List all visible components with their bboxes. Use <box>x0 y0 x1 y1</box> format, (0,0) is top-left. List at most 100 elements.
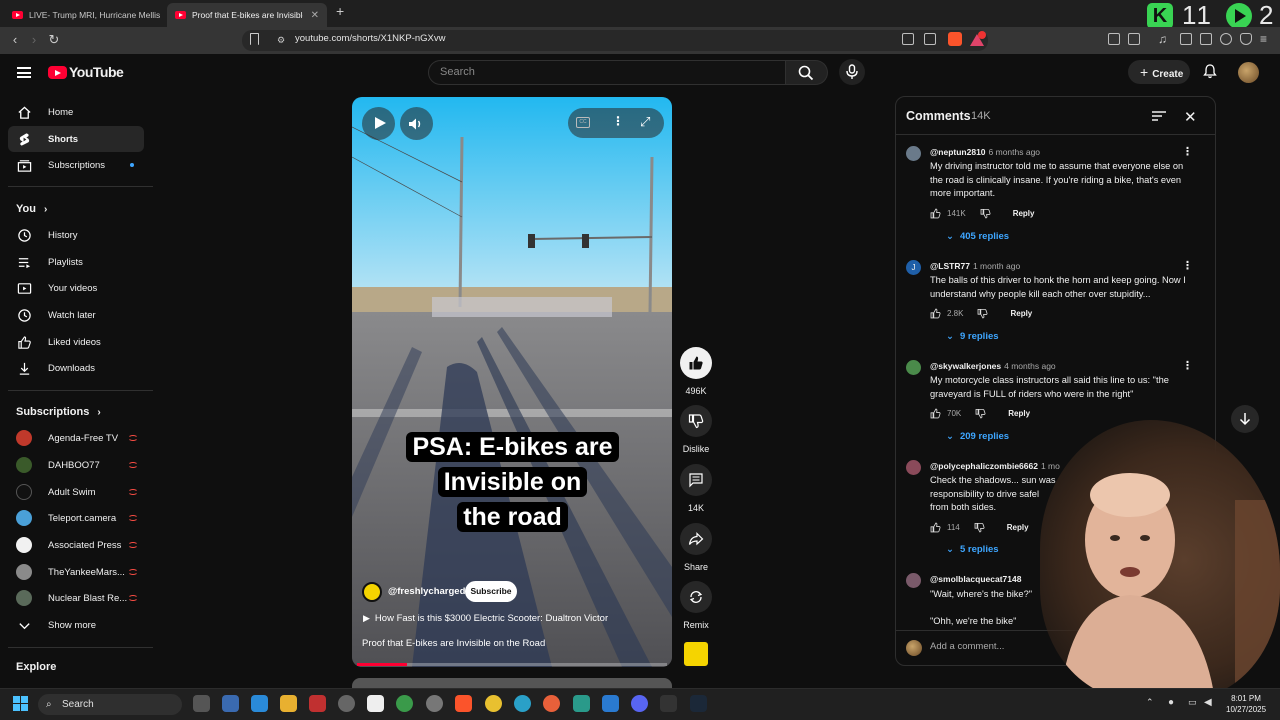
close-comments-icon[interactable]: ✕ <box>1184 108 1197 126</box>
comments-button[interactable]: 14K <box>680 464 712 513</box>
sidebar-subscription-item[interactable]: DAHBOO77 <box>8 452 144 478</box>
comment-author[interactable]: @skywalkerjones 4 months ago <box>930 361 1056 371</box>
add-comment-input[interactable]: Add a comment... <box>930 641 1004 652</box>
sidebar-show-more[interactable]: Show more <box>8 612 144 638</box>
edge-icon[interactable] <box>514 695 531 712</box>
reload-icon[interactable]: ↻ <box>45 31 63 49</box>
comment-author[interactable]: @LSTR77 1 month ago <box>930 261 1020 271</box>
taskbar-app-icon[interactable] <box>309 695 326 712</box>
vscode-icon[interactable] <box>602 695 619 712</box>
reply-button[interactable]: Reply <box>1008 409 1030 418</box>
taskbar-search[interactable]: ⌕ Search <box>38 694 182 715</box>
comment-options-icon[interactable]: ⋮ <box>1182 259 1193 272</box>
browser-tab-active[interactable]: Proof that E-bikes are Invisible o ✕ <box>167 3 327 27</box>
create-button[interactable]: + Create <box>1128 60 1190 84</box>
taskbar-app-icon[interactable] <box>573 695 590 712</box>
reply-button[interactable]: Reply <box>1010 309 1032 318</box>
comment-options-icon[interactable]: ⋮ <box>1182 145 1193 158</box>
view-replies-button[interactable]: ⌄ 209 replies <box>946 431 1009 442</box>
sidebar-item-your-videos[interactable]: Your videos <box>8 275 144 301</box>
view-replies-button[interactable]: ⌄ 5 replies <box>946 544 999 555</box>
tabs-icon[interactable] <box>1200 33 1212 45</box>
bookmark-icon[interactable] <box>250 33 259 45</box>
thumbs-up-icon[interactable] <box>930 208 941 219</box>
taskbar-app-icon[interactable] <box>338 695 355 712</box>
fullscreen-icon[interactable]: ⤢ <box>640 114 650 130</box>
sidebar-item-playlists[interactable]: Playlists <box>8 249 144 275</box>
thumbs-down-icon[interactable] <box>977 308 988 319</box>
sidebar-section-subscriptions[interactable]: Subscriptions › <box>16 406 101 418</box>
sidebar-toggle-icon[interactable] <box>1180 33 1192 45</box>
sidebar-section-you[interactable]: You › <box>16 203 47 215</box>
sidebar-item-downloads[interactable]: Downloads <box>8 355 144 381</box>
share-page-icon[interactable] <box>924 33 936 45</box>
comment-author[interactable]: @neptun2810 6 months ago <box>930 147 1040 157</box>
view-replies-button[interactable]: ⌄ 405 replies <box>946 231 1009 242</box>
account-avatar[interactable] <box>1238 62 1259 83</box>
dislike-button[interactable]: Dislike <box>680 405 712 454</box>
youtube-logo-text[interactable]: YouTube <box>69 64 124 80</box>
vpn-shield-icon[interactable] <box>1240 33 1252 45</box>
thumbs-down-icon[interactable] <box>975 408 986 419</box>
microphone-icon[interactable]: ● <box>1168 697 1174 708</box>
forward-icon[interactable]: › <box>25 31 43 49</box>
thumbs-down-icon[interactable] <box>974 522 985 533</box>
search-input[interactable]: Search <box>428 60 786 85</box>
site-info-icon[interactable]: ⚙ <box>277 35 285 46</box>
more-options-icon[interactable]: ⋮ <box>612 114 624 128</box>
taskbar-app-icon[interactable] <box>251 695 268 712</box>
comment-avatar[interactable]: J <box>906 260 921 275</box>
windows-start-icon[interactable] <box>13 696 28 711</box>
sidebar-item-history[interactable]: History <box>8 222 144 248</box>
channel-name[interactable]: @freshlycharged <box>388 586 465 597</box>
close-tab-icon[interactable]: ✕ <box>311 10 319 21</box>
comment-avatar[interactable] <box>906 460 921 475</box>
volume-icon[interactable]: ◀ <box>1204 697 1212 708</box>
file-explorer-icon[interactable] <box>280 695 297 712</box>
sidebar-subscription-item[interactable]: Associated Press <box>8 532 144 558</box>
sidebar-subscription-item[interactable]: Adult Swim <box>8 479 144 505</box>
share-button[interactable]: Share <box>680 523 712 572</box>
audio-source-avatar[interactable] <box>682 640 710 668</box>
taskbar-app-icon[interactable] <box>426 695 443 712</box>
comment-avatar[interactable] <box>906 573 921 588</box>
sidebar-item-watch-later[interactable]: Watch later <box>8 302 144 328</box>
taskbar-app-icon[interactable] <box>222 695 239 712</box>
subscribe-button[interactable]: Subscribe <box>465 581 517 602</box>
thumbs-down-icon[interactable] <box>980 208 991 219</box>
comment-author[interactable]: @polycephaliczombie6662 1 mo <box>930 461 1060 471</box>
taskbar-app-icon[interactable] <box>193 695 210 712</box>
new-tab-button[interactable]: + <box>336 3 344 19</box>
reply-button[interactable]: Reply <box>1007 523 1029 532</box>
youtube-logo-icon[interactable] <box>48 66 67 79</box>
channel-avatar[interactable] <box>362 582 382 602</box>
comment-avatar[interactable] <box>906 146 921 161</box>
brave-browser-icon[interactable] <box>455 695 472 712</box>
sidebar-subscription-item[interactable]: Teleport.camera <box>8 505 144 531</box>
view-replies-button[interactable]: ⌄ 9 replies <box>946 331 999 342</box>
tray-overflow-icon[interactable]: ⌃ <box>1146 697 1154 708</box>
leo-icon[interactable] <box>1220 33 1232 45</box>
thumbs-up-icon[interactable] <box>930 408 941 419</box>
brave-shields-icon[interactable] <box>948 32 962 46</box>
menu-icon[interactable]: ≡ <box>1260 32 1267 46</box>
voice-search-button[interactable] <box>839 59 865 85</box>
discord-icon[interactable] <box>631 695 648 712</box>
url-text[interactable]: youtube.com/shorts/X1NKP-nGXvw <box>295 33 445 44</box>
volume-button[interactable] <box>400 107 433 140</box>
back-icon[interactable]: ‹ <box>6 31 24 49</box>
sidebar-item-home[interactable]: Home <box>8 99 144 125</box>
sidebar-item-subscriptions[interactable]: Subscriptions <box>8 152 144 178</box>
related-video-link[interactable]: ▶ How Fast is this $3000 Electric Scooter… <box>363 613 608 624</box>
notifications-bell-icon[interactable] <box>1203 64 1217 79</box>
comment-avatar[interactable] <box>906 360 921 375</box>
play-button[interactable] <box>362 107 395 140</box>
chrome-icon[interactable] <box>485 695 502 712</box>
media-icon[interactable]: ♫ <box>1158 32 1167 46</box>
thumbs-up-icon[interactable] <box>930 522 941 533</box>
sort-icon[interactable] <box>1152 111 1166 121</box>
shorts-video-player[interactable] <box>352 97 672 667</box>
video-progress-bar[interactable] <box>357 663 667 666</box>
taskbar-clock[interactable]: 8:01 PM 10/27/2025 <box>1226 693 1266 715</box>
taskbar-app-icon[interactable] <box>660 695 677 712</box>
